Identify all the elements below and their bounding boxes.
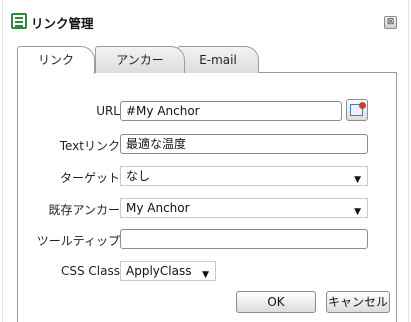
- css-class-select[interactable]: ApplyClass ▼: [120, 261, 216, 281]
- title-bar: リンク管理 ⊠: [3, 6, 408, 36]
- text-link-label: Textリンク: [59, 139, 120, 153]
- url-input[interactable]: #My Anchor: [120, 101, 342, 121]
- existing-anchor-row: 既存アンカー My Anchor ▼: [18, 198, 396, 218]
- image-map-icon[interactable]: [346, 99, 368, 121]
- css-class-select-value: ApplyClass: [126, 264, 192, 278]
- url-label: URL: [96, 104, 120, 118]
- url-row: URL #My Anchor: [18, 99, 396, 121]
- existing-anchor-select-value: My Anchor: [126, 201, 190, 215]
- close-icon[interactable]: ⊠: [384, 16, 397, 29]
- cancel-button[interactable]: キャンセル: [326, 291, 390, 313]
- tab-anchor[interactable]: アンカー: [95, 46, 185, 73]
- ok-button[interactable]: OK: [236, 291, 316, 313]
- tooltip-row: ツールティップ: [18, 229, 396, 249]
- document-list-icon: [11, 13, 27, 29]
- text-link-input[interactable]: 最適な温度: [120, 134, 368, 154]
- css-class-row: CSS Class ApplyClass ▼: [18, 261, 396, 281]
- existing-anchor-select[interactable]: My Anchor ▼: [120, 198, 368, 218]
- target-select[interactable]: なし ▼: [120, 166, 368, 186]
- tab-email[interactable]: E-mail: [177, 46, 259, 73]
- css-class-label: CSS Class: [61, 264, 120, 278]
- button-row: OK キャンセル: [18, 291, 396, 315]
- chevron-down-icon: ▼: [354, 175, 361, 185]
- tooltip-input[interactable]: [120, 229, 368, 249]
- target-row: ターゲット なし ▼: [18, 166, 396, 186]
- chevron-down-icon: ▼: [202, 270, 209, 280]
- chevron-down-icon: ▼: [354, 207, 361, 217]
- target-label: ターゲット: [59, 171, 120, 185]
- tab-bar: E-mail アンカー リンク: [17, 46, 397, 74]
- link-manager-dialog: リンク管理 ⊠ E-mail アンカー リンク URL #My Anchor T…: [2, 0, 409, 322]
- tab-panel-link: URL #My Anchor Textリンク 最適な温度 ターゲット なし ▼ …: [17, 73, 397, 322]
- existing-anchor-label: 既存アンカー: [48, 203, 120, 217]
- target-select-value: なし: [126, 169, 151, 183]
- dialog-title: リンク管理: [31, 16, 94, 31]
- tab-link[interactable]: リンク: [17, 46, 95, 74]
- text-link-row: Textリンク 最適な温度: [18, 134, 396, 154]
- tooltip-label: ツールティップ: [36, 234, 120, 248]
